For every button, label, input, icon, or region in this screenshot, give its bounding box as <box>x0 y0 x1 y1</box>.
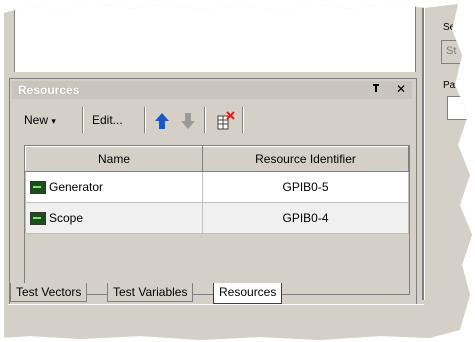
app-window: Se St Pau Resources ✕ New ▾ Edit... Name… <box>4 3 472 340</box>
instrument-icon <box>30 181 46 195</box>
identifier-cell[interactable]: GPIB0-5 <box>202 171 409 203</box>
table-row[interactable]: Scope GPIB0-4 <box>25 202 409 234</box>
identifier-cell[interactable]: GPIB0-4 <box>202 202 409 234</box>
column-header-identifier[interactable]: Resource Identifier <box>202 146 409 172</box>
screenshot-torn-frame: Se St Pau Resources ✕ New ▾ Edit... Name… <box>0 3 472 340</box>
delete-columns-icon <box>217 111 235 130</box>
edit-button[interactable]: Edit... <box>86 107 129 133</box>
right-panel: Se St Pau <box>425 3 472 300</box>
toolbar-separator <box>144 107 146 133</box>
new-button[interactable]: New ▾ <box>18 107 62 133</box>
move-down-button[interactable] <box>176 107 200 133</box>
arrow-up-icon <box>155 112 169 129</box>
tab-test-vectors[interactable]: Test Vectors <box>10 283 88 302</box>
instrument-icon <box>30 212 46 226</box>
panel-title: Resources <box>18 83 80 97</box>
tab-resources[interactable]: Resources <box>213 283 283 304</box>
new-button-label: New <box>24 113 49 127</box>
pause-input[interactable] <box>447 96 472 120</box>
toolbar-separator <box>82 107 84 133</box>
right-dropdown[interactable]: St <box>441 40 472 64</box>
resource-name: Generator <box>49 179 104 194</box>
panel-title-bar: Resources ✕ <box>12 81 412 99</box>
move-up-button[interactable] <box>150 107 174 133</box>
chevron-down-icon: ▾ <box>51 116 56 126</box>
arrow-down-icon <box>181 112 195 129</box>
right-dropdown-text: St <box>446 45 457 57</box>
pause-label: Pau <box>443 80 461 91</box>
name-cell[interactable]: Scope <box>25 202 203 234</box>
panel-tabs: Test Vectors Test Variables Resources <box>10 283 310 305</box>
resources-toolbar: New ▾ Edit... <box>14 105 294 135</box>
toolbar-separator <box>204 107 206 133</box>
column-header-name[interactable]: Name <box>25 146 203 172</box>
tab-test-variables[interactable]: Test Variables <box>107 283 194 302</box>
close-icon[interactable]: ✕ <box>396 82 406 96</box>
resources-grid: Name Resource Identifier Generator GPIB0… <box>24 145 410 295</box>
pin-icon[interactable] <box>372 82 384 96</box>
document-area <box>14 3 416 72</box>
resources-panel: Resources ✕ New ▾ Edit... Name Resource … <box>9 78 417 306</box>
status-bar <box>8 304 424 340</box>
resource-name: Scope <box>49 210 84 225</box>
name-cell[interactable]: Generator <box>25 171 203 203</box>
right-label-top: Se <box>443 22 456 33</box>
delete-button[interactable] <box>212 107 240 133</box>
table-row[interactable]: Generator GPIB0-5 <box>25 171 409 203</box>
toolbar-separator <box>242 107 244 133</box>
